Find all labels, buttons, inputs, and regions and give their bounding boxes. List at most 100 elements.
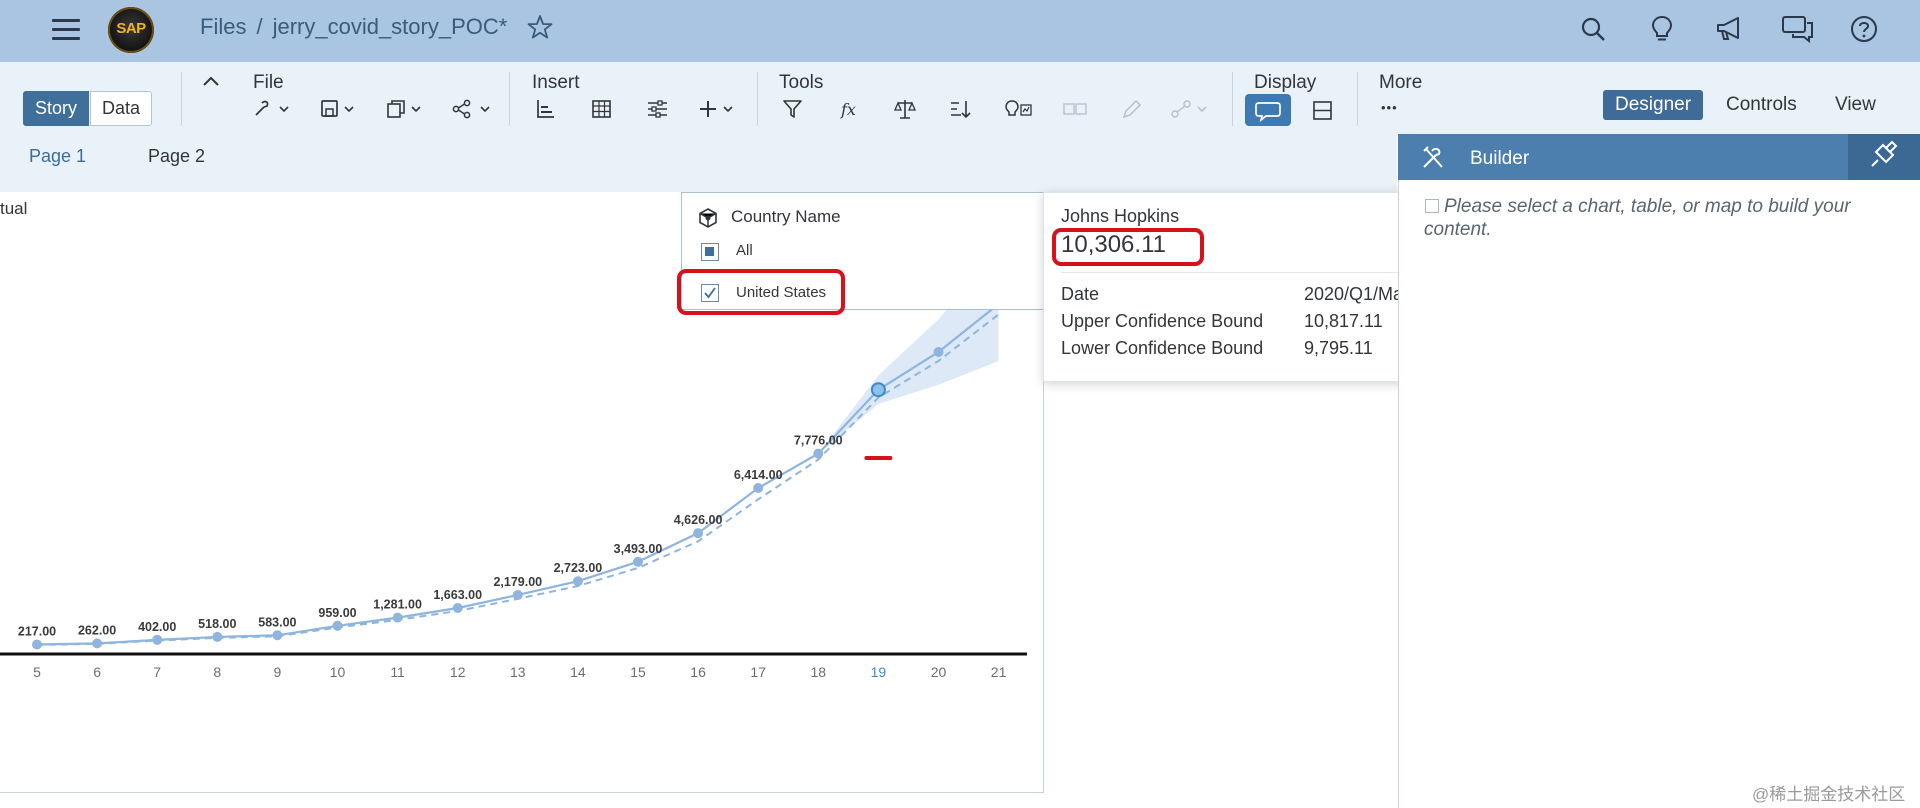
x-tick-label: 14	[570, 664, 586, 680]
data-label: 518.00	[198, 617, 236, 631]
comment-mode-button[interactable]	[1245, 94, 1291, 126]
more-icon[interactable]: •••	[1381, 100, 1398, 115]
data-point	[572, 576, 583, 587]
save-icon[interactable]	[320, 97, 360, 123]
display-menu-label[interactable]: Display	[1254, 72, 1316, 94]
insert-chart-icon[interactable]	[535, 97, 557, 123]
pencil-disabled-icon	[1120, 97, 1144, 123]
builder-panel	[1398, 180, 1920, 808]
smart-insights-icon[interactable]	[1003, 97, 1035, 123]
balance-icon[interactable]	[893, 97, 917, 123]
data-label: 262.00	[78, 623, 116, 637]
sort-icon[interactable]	[948, 97, 972, 123]
builder-message-text: Please select a chart, table, or map to …	[1424, 196, 1851, 240]
data-point	[392, 612, 403, 623]
data-point	[152, 634, 163, 645]
toolbar-divider	[1357, 72, 1358, 126]
builder-title: Builder	[1470, 148, 1530, 169]
copy-icon[interactable]	[386, 97, 426, 123]
data-point	[512, 589, 523, 600]
data-label: 1,663.00	[433, 588, 482, 602]
data-label: 217.00	[18, 625, 56, 639]
layout-icon[interactable]	[1311, 99, 1335, 125]
data-point	[212, 631, 223, 642]
tooltip-row-value: 9,795.11	[1304, 338, 1373, 358]
tooltip-row-label: Lower Confidence Bound	[1061, 338, 1264, 358]
sap-logo[interactable]: SAP	[108, 7, 154, 53]
data-point	[32, 639, 42, 650]
data-label: 4,626.00	[674, 513, 723, 527]
toolbar-divider	[181, 72, 182, 126]
megaphone-icon[interactable]	[1714, 14, 1744, 44]
data-label: 3,493.00	[614, 542, 663, 556]
story-name: jerry_covid_story_POC*	[272, 14, 508, 39]
data-point	[452, 603, 463, 614]
styling-button[interactable]	[1848, 134, 1920, 180]
tools-menu-label[interactable]: Tools	[779, 72, 823, 94]
tooltip-source: Johns Hopkins	[1061, 206, 1180, 226]
all-checkbox[interactable]	[701, 243, 719, 261]
more-menu-label[interactable]: More	[1379, 72, 1422, 94]
x-tick-label: 17	[750, 664, 766, 680]
data-label: 7,776.00	[794, 434, 843, 448]
x-tick-label: 16	[690, 664, 706, 680]
data-point	[870, 382, 886, 398]
tooltip-row-label: Upper Confidence Bound	[1061, 311, 1264, 331]
collapse-toolbar-icon[interactable]	[200, 72, 222, 95]
formula-icon[interactable]: fx	[838, 97, 862, 123]
data-point	[332, 620, 343, 631]
page-tabs-bar	[0, 134, 1397, 193]
tooltip-divider	[1061, 272, 1445, 273]
designer-tab[interactable]: Designer	[1603, 90, 1704, 120]
insert-table-icon[interactable]	[591, 97, 613, 123]
file-menu-label[interactable]: File	[253, 72, 284, 94]
insert-input-control-icon[interactable]	[646, 97, 670, 123]
data-point	[272, 630, 283, 641]
x-tick-label: 8	[213, 664, 221, 680]
x-tick-label: 7	[153, 664, 161, 680]
star-icon[interactable]	[527, 14, 553, 45]
search-icon[interactable]	[1578, 14, 1608, 44]
data-label: 959.00	[318, 606, 356, 620]
tools-icon	[1420, 145, 1448, 176]
data-point	[753, 483, 764, 494]
breadcrumb-separator: /	[256, 14, 263, 39]
x-tick-label: 10	[330, 664, 346, 680]
view-tab[interactable]: View	[1823, 90, 1888, 120]
insert-menu-label[interactable]: Insert	[532, 72, 580, 94]
x-tick-label: 19	[871, 664, 887, 680]
toolbar-divider	[1232, 72, 1233, 126]
x-tick-label: 13	[510, 664, 526, 680]
dimension-icon	[697, 207, 719, 234]
highlight-box-value	[1052, 228, 1204, 266]
menu-icon[interactable]	[52, 15, 80, 41]
link-disabled-icon	[1170, 97, 1214, 123]
page-2-tab[interactable]: Page 2	[148, 146, 205, 167]
builder-message: Please select a chart, table, or map to …	[1424, 195, 1894, 241]
filter-icon[interactable]	[782, 97, 804, 123]
x-tick-label: 6	[93, 664, 101, 680]
add-icon[interactable]	[698, 97, 742, 123]
toolbar-divider	[757, 72, 758, 126]
page-1-tab[interactable]: Page 1	[29, 146, 86, 167]
share-icon[interactable]	[452, 97, 496, 123]
breadcrumb-files[interactable]: Files	[200, 14, 246, 39]
data-point	[933, 346, 944, 357]
data-point	[693, 528, 704, 539]
lightbulb-icon[interactable]	[1647, 14, 1677, 44]
data-label: 2,179.00	[493, 575, 542, 589]
tooltip-row-value: 10,817.11	[1304, 311, 1383, 331]
data-tab[interactable]: Data	[90, 91, 153, 126]
breadcrumb: Files / jerry_covid_story_POC*	[200, 14, 507, 40]
controls-tab[interactable]: Controls	[1714, 90, 1809, 120]
story-tab[interactable]: Story	[23, 91, 90, 126]
x-tick-label: 15	[630, 664, 646, 680]
help-icon[interactable]	[1849, 14, 1879, 44]
chat-icon[interactable]	[1781, 14, 1813, 44]
x-tick-label: 20	[931, 664, 947, 680]
builder-header	[1398, 134, 1848, 180]
data-label: 1,281.00	[373, 598, 422, 612]
data-label: 6,414.00	[734, 468, 783, 482]
toolbar-divider	[509, 72, 510, 126]
edit-tools-icon[interactable]	[252, 97, 292, 123]
